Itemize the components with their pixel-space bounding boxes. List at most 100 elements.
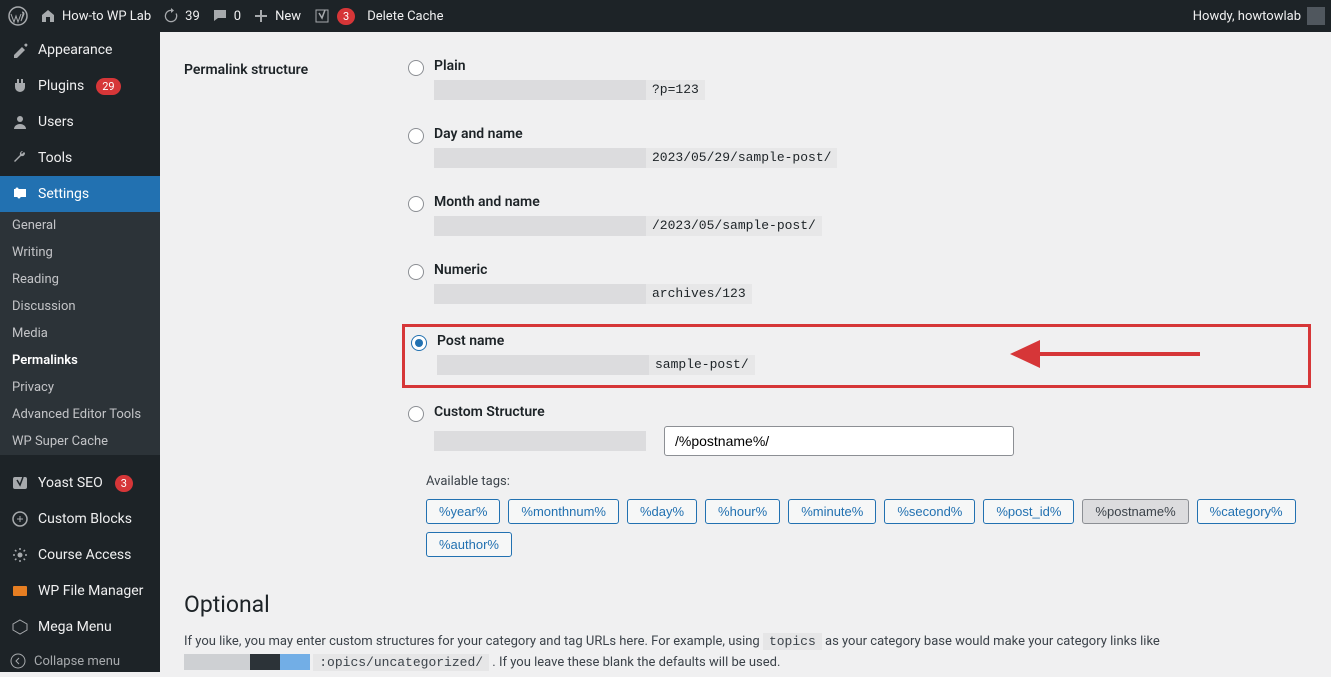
comments-link[interactable]: 0 xyxy=(212,8,241,24)
submenu-super-cache[interactable]: WP Super Cache xyxy=(0,428,160,455)
option-day-name[interactable]: Day and name 2023/05/29/sample-post/ xyxy=(402,120,1311,178)
option-label: Month and name xyxy=(434,194,1299,210)
sidebar-item-custom-blocks[interactable]: Custom Blocks xyxy=(0,501,160,537)
wp-logo[interactable] xyxy=(8,6,28,26)
tag-day[interactable]: %day% xyxy=(627,499,697,524)
radio-month-name[interactable] xyxy=(408,196,424,212)
option-plain[interactable]: Plain ?p=123 xyxy=(402,52,1311,110)
submenu-permalinks[interactable]: Permalinks xyxy=(0,347,160,374)
sidebar-item-plugins[interactable]: Plugins 29 xyxy=(0,68,160,104)
site-link[interactable]: How-to WP Lab xyxy=(40,8,151,24)
radio-body: Numeric archives/123 xyxy=(434,262,1299,304)
new-content-link[interactable]: New xyxy=(253,8,301,24)
submenu-writing[interactable]: Writing xyxy=(0,239,160,266)
example-line: 2023/05/29/sample-post/ xyxy=(434,148,1299,168)
tag-author[interactable]: %author% xyxy=(426,532,512,557)
sidebar-item-label: Tools xyxy=(38,150,72,166)
sidebar-item-mega-menu[interactable]: Mega Menu xyxy=(0,609,160,645)
sidebar-item-users[interactable]: Users xyxy=(0,104,160,140)
menu-separator xyxy=(0,455,160,465)
delete-cache-link[interactable]: Delete Cache xyxy=(367,9,443,24)
site-title: How-to WP Lab xyxy=(62,9,151,24)
blur-block xyxy=(184,654,250,670)
submenu-general[interactable]: General xyxy=(0,212,160,239)
sidebar-item-appearance[interactable]: Appearance xyxy=(0,32,160,68)
radio-custom[interactable] xyxy=(408,406,424,422)
optional-heading: Optional xyxy=(184,591,1311,618)
tag-category[interactable]: %category% xyxy=(1197,499,1296,524)
collapse-icon xyxy=(10,653,26,669)
example-prefix-blur xyxy=(434,216,646,236)
optional-text-2: as your category base would make your ca… xyxy=(825,634,1160,649)
radio-body: Day and name 2023/05/29/sample-post/ xyxy=(434,126,1299,168)
sidebar-item-file-manager[interactable]: WP File Manager xyxy=(0,573,160,609)
example-line: /2023/05/sample-post/ xyxy=(434,216,1299,236)
delete-cache-label: Delete Cache xyxy=(367,9,443,24)
appearance-icon xyxy=(10,40,30,60)
plus-icon xyxy=(253,8,269,24)
option-label: Day and name xyxy=(434,126,1299,142)
option-month-name[interactable]: Month and name /2023/05/sample-post/ xyxy=(402,188,1311,246)
sidebar-item-settings[interactable]: Settings xyxy=(0,176,160,212)
home-icon xyxy=(40,8,56,24)
collapse-menu[interactable]: Collapse menu xyxy=(0,645,160,677)
radio-post-name[interactable] xyxy=(411,335,427,351)
sidebar-item-label: Settings xyxy=(38,186,89,202)
avatar xyxy=(1307,7,1325,25)
custom-input-wrap xyxy=(434,426,1299,456)
radio-plain[interactable] xyxy=(408,60,424,76)
option-custom[interactable]: Custom Structure xyxy=(402,398,1311,458)
settings-submenu: General Writing Reading Discussion Media… xyxy=(0,212,160,455)
submenu-media[interactable]: Media xyxy=(0,320,160,347)
arrow-icon xyxy=(1010,332,1200,382)
submenu-privacy[interactable]: Privacy xyxy=(0,374,160,401)
sidebar-item-label: Appearance xyxy=(38,42,112,58)
example-prefix-blur xyxy=(434,148,646,168)
submenu-reading[interactable]: Reading xyxy=(0,266,160,293)
available-tags-label: Available tags: xyxy=(426,474,1311,489)
comment-icon xyxy=(212,8,228,24)
sidebar-item-course-access[interactable]: Course Access xyxy=(0,537,160,573)
admin-sidebar: Appearance Plugins 29 Users Tools Settin… xyxy=(0,32,160,672)
example-suffix: /2023/05/sample-post/ xyxy=(646,216,822,236)
sidebar-item-yoast[interactable]: Yoast SEO 3 xyxy=(0,465,160,501)
tag-postid[interactable]: %post_id% xyxy=(983,499,1074,524)
tag-hour[interactable]: %hour% xyxy=(705,499,780,524)
custom-structure-input[interactable] xyxy=(664,426,1014,456)
example-prefix-blur xyxy=(434,80,646,100)
tag-buttons: %year% %monthnum% %day% %hour% %minute% … xyxy=(426,499,1311,557)
yoast-icon xyxy=(313,7,331,25)
howdy-text: Howdy, howtowlab xyxy=(1193,9,1301,24)
example-line: ?p=123 xyxy=(434,80,1299,100)
main-content: Permalink structure Plain ?p=123 Day and… xyxy=(160,32,1331,672)
updates-link[interactable]: 39 xyxy=(163,8,200,24)
optional-text-3: . If you leave these blank the defaults … xyxy=(492,655,780,670)
tag-monthnum[interactable]: %monthnum% xyxy=(508,499,619,524)
option-label: Custom Structure xyxy=(434,404,1299,420)
radio-day-name[interactable] xyxy=(408,128,424,144)
howdy-link[interactable]: Howdy, howtowlab xyxy=(1193,7,1325,25)
sidebar-item-label: Custom Blocks xyxy=(38,511,132,527)
sidebar-item-label: Plugins xyxy=(38,78,84,94)
update-icon xyxy=(163,8,179,24)
tag-minute[interactable]: %minute% xyxy=(788,499,876,524)
wordpress-icon xyxy=(8,6,28,26)
new-label: New xyxy=(275,9,301,24)
radio-body: Plain ?p=123 xyxy=(434,58,1299,100)
radio-numeric[interactable] xyxy=(408,264,424,280)
submenu-discussion[interactable]: Discussion xyxy=(0,293,160,320)
radio-body: Month and name /2023/05/sample-post/ xyxy=(434,194,1299,236)
tag-year[interactable]: %year% xyxy=(426,499,500,524)
example-prefix-blur xyxy=(437,355,649,375)
sidebar-item-tools[interactable]: Tools xyxy=(0,140,160,176)
tag-postname[interactable]: %postname% xyxy=(1082,499,1188,524)
optional-paragraph: If you like, you may enter custom struct… xyxy=(184,632,1311,672)
submenu-adv-editor[interactable]: Advanced Editor Tools xyxy=(0,401,160,428)
optional-code-2: :opics/uncategorized/ xyxy=(313,654,489,671)
tag-second[interactable]: %second% xyxy=(884,499,975,524)
yoast-adminbar[interactable]: 3 xyxy=(313,7,355,25)
example-line: archives/123 xyxy=(434,284,1299,304)
blocks-icon xyxy=(10,509,30,529)
option-numeric[interactable]: Numeric archives/123 xyxy=(402,256,1311,314)
yoast-badge: 3 xyxy=(115,475,133,492)
